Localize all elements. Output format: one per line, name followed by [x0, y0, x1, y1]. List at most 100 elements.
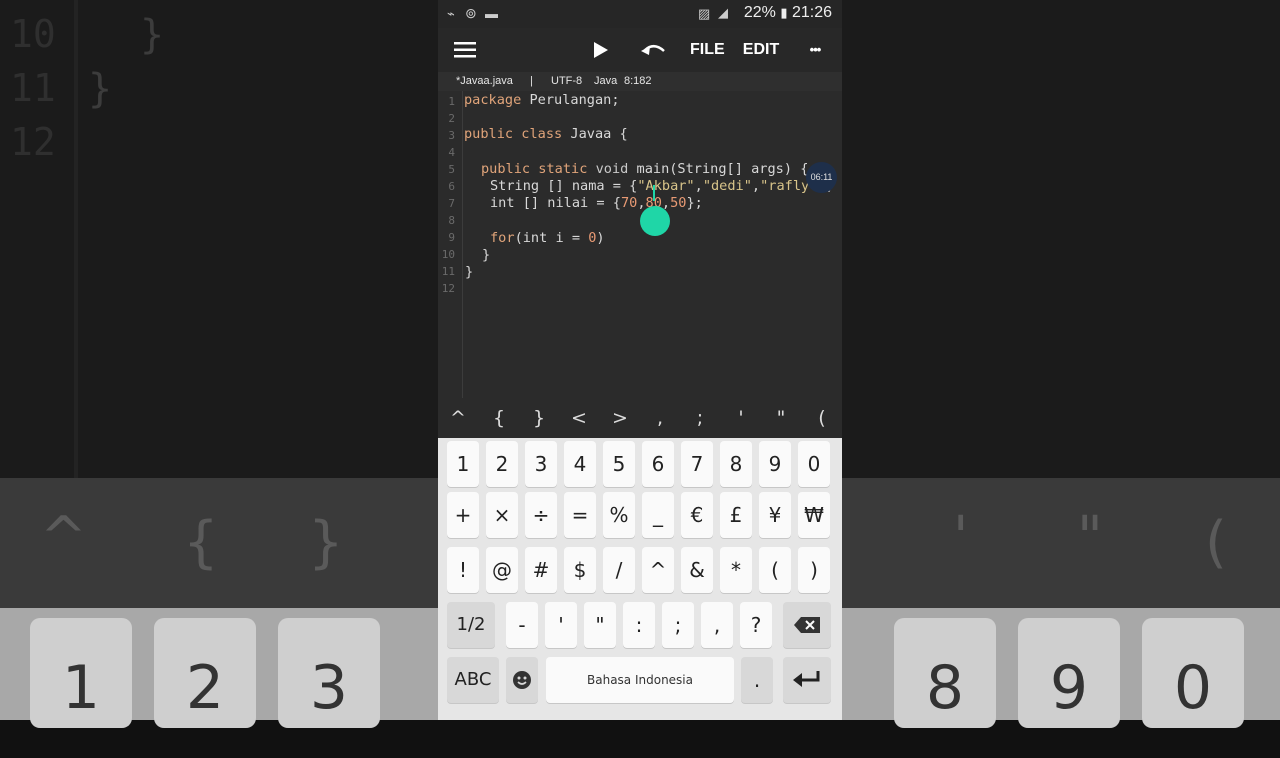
battery-percent: 22%	[743, 4, 776, 21]
line-number: 3	[448, 129, 455, 142]
abc-key[interactable]: ABC	[447, 657, 499, 703]
key[interactable]: (	[759, 547, 791, 593]
usb-icon: ⌁	[447, 6, 455, 21]
background-key: 1	[30, 618, 132, 728]
file-info-bar: *Javaa.java | UTF-8 Java 8:182	[438, 72, 842, 91]
line-number: 8	[448, 214, 455, 227]
code-line-1: package Perulangan;	[464, 92, 620, 108]
message-icon: ▬	[485, 6, 498, 21]
key[interactable]: £	[720, 492, 752, 538]
key[interactable]: "	[584, 602, 616, 648]
key[interactable]: +	[447, 492, 479, 538]
key[interactable]: -	[506, 602, 538, 648]
key[interactable]: ;	[662, 602, 694, 648]
code-text: int [] nilai = {	[490, 195, 621, 211]
key[interactable]: :	[623, 602, 655, 648]
key[interactable]: 2	[486, 441, 518, 487]
symbol-key-single-quote[interactable]: '	[726, 398, 756, 438]
key[interactable]: 9	[759, 441, 791, 487]
line-number: 4	[448, 146, 455, 159]
key[interactable]: ¥	[759, 492, 791, 538]
status-right: 22% ▮ 21:26	[744, 4, 832, 22]
code-editor[interactable]: 1 2 3 4 5 6 7 8 9 10 11 12 package Perul…	[438, 91, 842, 398]
phone-screen: ⌁ ⊚ ▬ ▨ ◢ 22% ▮ 21:26 FILE EDIT ••• *Jav…	[438, 0, 842, 720]
symbol-key-close-brace[interactable]: }	[524, 398, 554, 438]
key[interactable]: #	[525, 547, 557, 593]
code-line-3: public class Javaa {	[464, 126, 628, 142]
key[interactable]: 4	[564, 441, 596, 487]
key[interactable]: %	[603, 492, 635, 538]
code-text: Perulangan;	[521, 92, 620, 108]
key[interactable]: 1	[447, 441, 479, 487]
background-key: 3	[278, 618, 380, 728]
key[interactable]: @	[486, 547, 518, 593]
gutter-divider	[462, 91, 463, 398]
toolbar: FILE EDIT •••	[438, 28, 842, 72]
edit-menu[interactable]: EDIT	[742, 28, 780, 72]
language-label: Java	[594, 75, 618, 87]
key[interactable]: 0	[798, 441, 830, 487]
more-menu[interactable]: •••	[800, 28, 830, 72]
string-literal: "dedi"	[702, 178, 752, 194]
line-number: 5	[448, 163, 455, 176]
key[interactable]: /	[603, 547, 635, 593]
key[interactable]: ,	[701, 602, 733, 648]
code-line-11: }	[465, 264, 474, 280]
key[interactable]: &	[681, 547, 713, 593]
key[interactable]: *	[720, 547, 752, 593]
key[interactable]: ?	[740, 602, 772, 648]
battery-icon: ▮	[780, 5, 788, 20]
key[interactable]: 5	[603, 441, 635, 487]
key[interactable]: '	[545, 602, 577, 648]
key[interactable]: !	[447, 547, 479, 593]
symbol-key-semicolon[interactable]: ;	[685, 398, 715, 438]
cursor-handle[interactable]	[640, 206, 670, 236]
symbol-key-caret[interactable]: ^	[443, 398, 473, 438]
number-literal: 50	[670, 195, 687, 211]
key[interactable]: ×	[486, 492, 518, 538]
key[interactable]: 7	[681, 441, 713, 487]
symbol-key-greater-than[interactable]: >	[605, 398, 635, 438]
symbol-key-double-quote[interactable]: "	[766, 398, 796, 438]
page-toggle-key[interactable]: 1/2	[447, 602, 495, 648]
period-key[interactable]: .	[741, 657, 773, 703]
symbol-key-open-brace[interactable]: {	[484, 398, 514, 438]
key[interactable]: _	[642, 492, 674, 538]
line-number: 6	[448, 180, 455, 193]
key[interactable]: ₩	[798, 492, 830, 538]
key[interactable]: ^	[642, 547, 674, 593]
on-screen-keyboard: 1 2 3 4 5 6 7 8 9 0 + × ÷ = % _ € £ ¥ ₩ …	[438, 438, 842, 720]
key[interactable]: =	[564, 492, 596, 538]
key[interactable]: 6	[642, 441, 674, 487]
key[interactable]: €	[681, 492, 713, 538]
key[interactable]: 8	[720, 441, 752, 487]
line-number: 1	[448, 95, 455, 108]
menu-button[interactable]	[452, 28, 478, 72]
background-gutter	[74, 0, 78, 478]
key[interactable]: $	[564, 547, 596, 593]
info-separator: |	[530, 75, 533, 87]
symbol-key-comma[interactable]: ,	[645, 398, 675, 438]
background-key: 9	[1018, 618, 1120, 728]
key[interactable]: 3	[525, 441, 557, 487]
run-button[interactable]	[588, 28, 614, 72]
code-text: main(String[] args) {	[628, 161, 809, 177]
line-number: 7	[448, 197, 455, 210]
background-symbol: }	[308, 510, 344, 575]
key[interactable]: ÷	[525, 492, 557, 538]
code-text: Javaa {	[562, 126, 628, 142]
file-menu[interactable]: FILE	[690, 28, 725, 72]
backspace-key[interactable]	[783, 602, 831, 648]
undo-button[interactable]	[638, 28, 670, 72]
status-bar: ⌁ ⊚ ▬ ▨ ◢ 22% ▮ 21:26	[438, 0, 842, 28]
enter-key[interactable]	[783, 657, 831, 703]
file-tab[interactable]: *Javaa.java	[456, 72, 513, 91]
symbol-key-less-than[interactable]: <	[564, 398, 594, 438]
code-line-7: int [] nilai = {70,80,50};	[490, 195, 703, 211]
symbol-key-open-paren[interactable]: (	[807, 398, 837, 438]
code-text: ,	[751, 178, 761, 194]
emoji-key[interactable]	[506, 657, 538, 703]
key[interactable]: )	[798, 547, 830, 593]
space-bar[interactable]: Bahasa Indonesia	[546, 657, 734, 703]
keyword: void	[587, 161, 629, 177]
